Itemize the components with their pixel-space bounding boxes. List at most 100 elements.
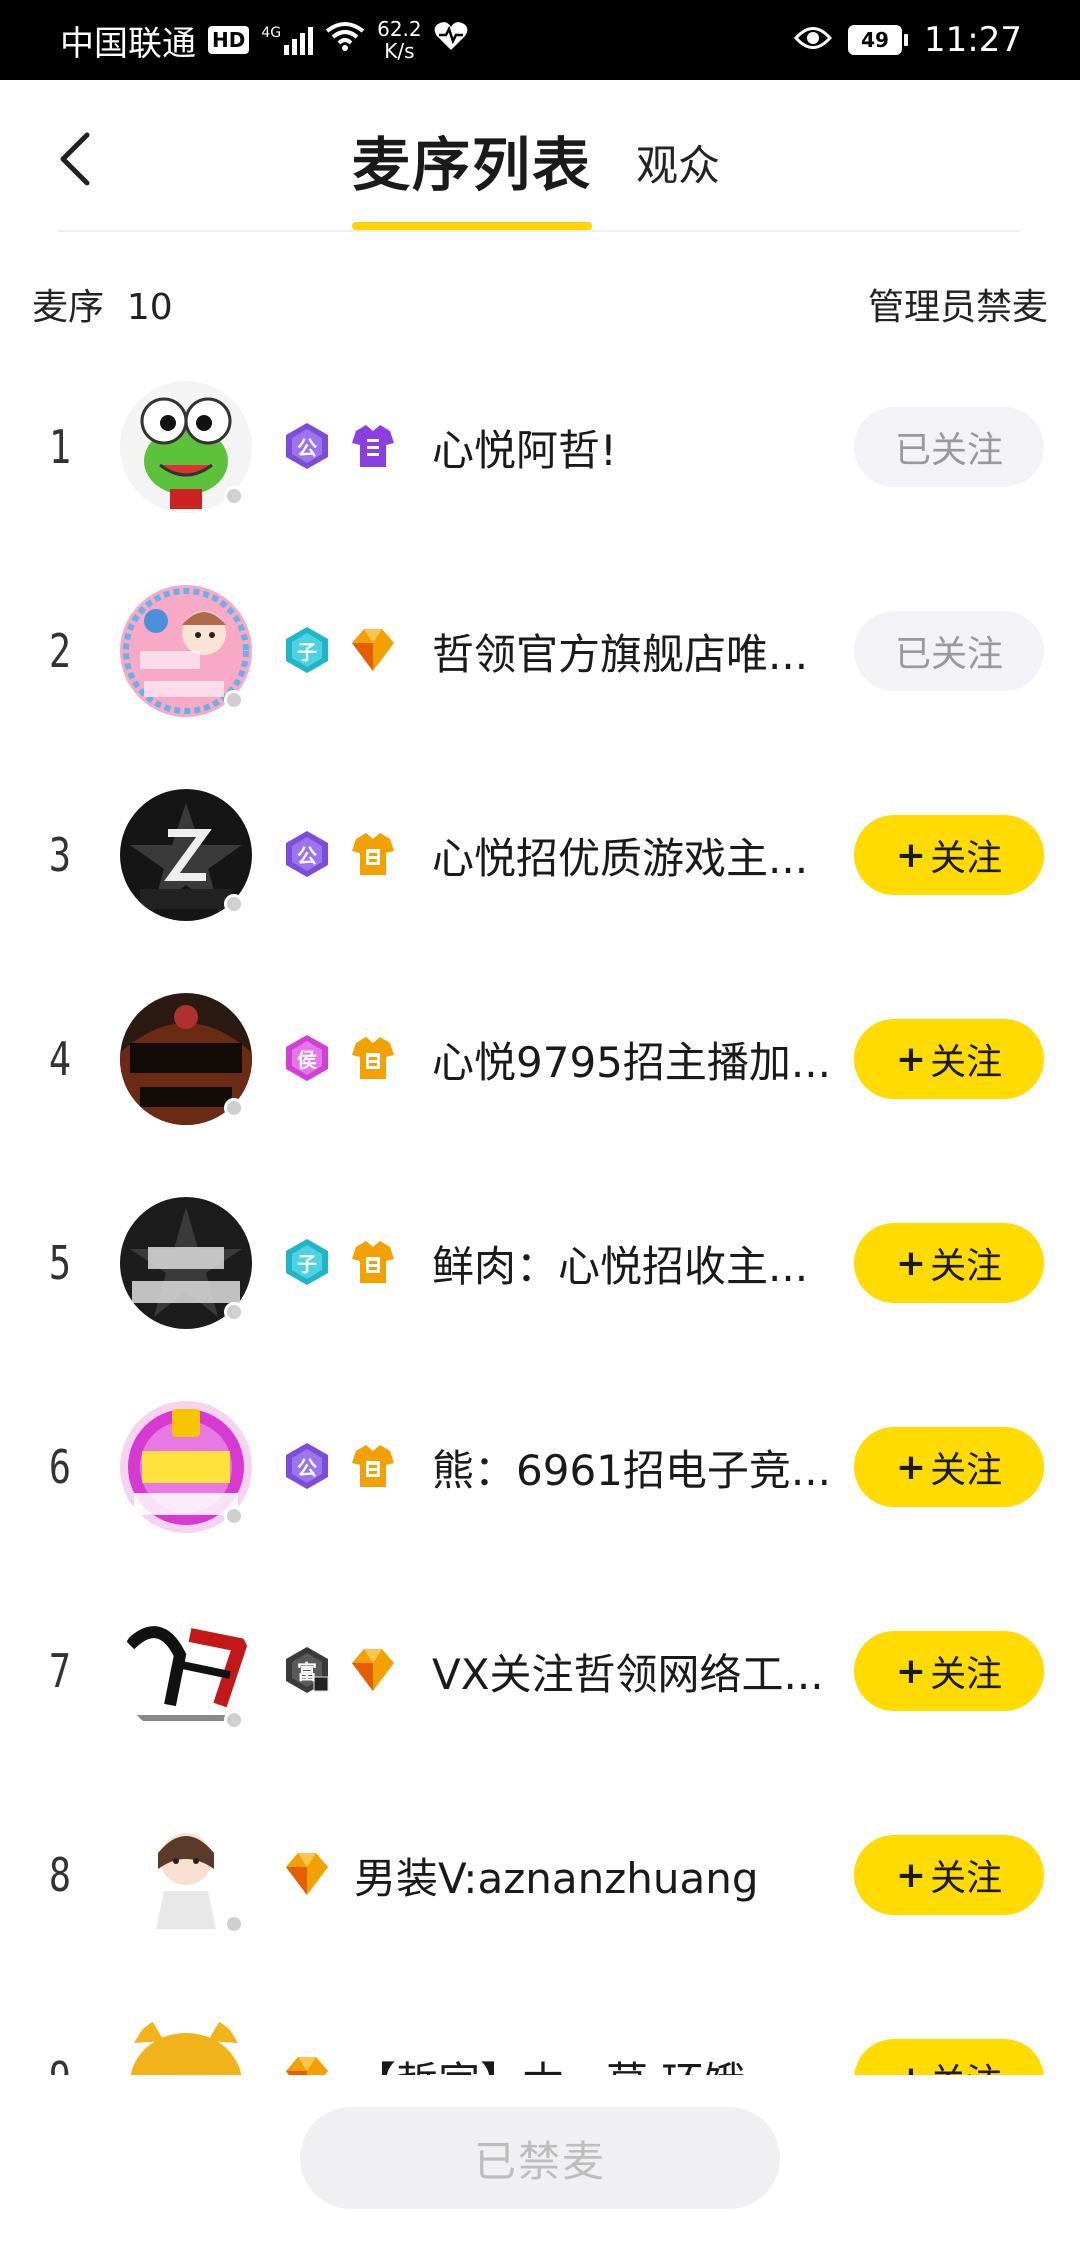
avatar[interactable] [120, 2013, 252, 2075]
clock: 11:27 [924, 20, 1022, 60]
vip-gem-icon [350, 625, 396, 675]
follow-label: 关注 [930, 1858, 1003, 1899]
mic-count-label: 麦序 [32, 287, 105, 328]
wealth-badge-icon: 富 [284, 1645, 330, 1695]
follow-label: 关注 [930, 1450, 1003, 1491]
plus-icon: + [895, 1242, 927, 1284]
back-button[interactable] [50, 124, 100, 194]
vip-gem-icon [284, 1849, 330, 1899]
vip-gem-icon [284, 2053, 330, 2075]
noble-badge-icon: 公 [284, 421, 330, 471]
follow-label: 关注 [930, 838, 1003, 879]
list-item[interactable]: 9 【哲家】木一莫 环饿 +关注 [0, 1977, 1080, 2075]
follow-button[interactable]: +关注 [854, 1019, 1044, 1099]
battery-icon: 49 [848, 25, 909, 55]
net-type-label: 4G [261, 25, 282, 41]
follow-button[interactable]: +关注 [854, 2039, 1044, 2075]
list-item[interactable]: 2 子 哲领官方旗舰店唯... 已关注 [0, 549, 1080, 753]
signal-icon: 4G [261, 25, 314, 55]
list-item[interactable]: 1 公 心悦阿哲! 已关注 [0, 345, 1080, 549]
online-status-dot [224, 486, 244, 506]
mic-count: 麦序 10 [32, 278, 173, 330]
follow-button[interactable]: +关注 [854, 1835, 1044, 1915]
user-name[interactable]: 心悦招优质游戏主... [432, 753, 832, 957]
rank-number: 5 [48, 1236, 72, 1290]
divider [58, 230, 1020, 232]
status-bar: 中国联通 HD 4G 62.2 K/s 49 11:27 [0, 0, 1080, 80]
plus-icon: + [896, 2059, 926, 2076]
rank-number: 8 [48, 1848, 72, 1902]
plus-icon: + [895, 1650, 927, 1692]
noble-badge-icon: 子 [284, 1237, 330, 1287]
header: 麦序列表 观众 [0, 80, 1080, 230]
noble-badge-icon: 公 [284, 829, 330, 879]
wifi-icon [325, 20, 365, 60]
rank-number: 7 [48, 1644, 72, 1698]
user-name[interactable]: 哲领官方旗舰店唯... [432, 549, 832, 753]
online-status-dot [224, 1710, 244, 1730]
follow-label: 关注 [930, 2053, 1002, 2075]
online-status-dot [224, 690, 244, 710]
user-name[interactable]: VX关注哲领网络工... [432, 1569, 832, 1773]
list-item[interactable]: 4 侯 心悦9795招主播加... + 关注 [0, 957, 1080, 1161]
follow-label: 关注 [930, 1042, 1003, 1083]
battery-level: 49 [848, 25, 903, 55]
noble-badge-icon: 公 [284, 1441, 330, 1491]
rank-number: 4 [48, 1032, 72, 1086]
online-status-dot [224, 1302, 244, 1322]
chevron-left-icon [60, 132, 90, 186]
speed-unit: K/s [384, 39, 415, 63]
plus-icon: + [895, 1854, 927, 1896]
user-name[interactable]: 【哲家】木一莫 环饿 [354, 1977, 794, 2076]
noble-badge-icon: 侯 [284, 1033, 330, 1083]
heart-rate-icon [434, 20, 468, 60]
rank-number: 9 [36, 1977, 84, 2075]
active-tab-indicator [352, 222, 592, 230]
list-item[interactable]: 6 公 熊：6961招电子竞... + 关注 [0, 1365, 1080, 1569]
user-name[interactable]: 熊：6961招电子竞... [432, 1365, 832, 1569]
follow-button[interactable]: +关注 [854, 1427, 1044, 1507]
rank-number: 1 [48, 420, 72, 474]
mic-list[interactable]: 1 公 心悦阿哲! 已关注 2 子 哲领官方旗舰店唯... 已关注 3 公 心悦… [0, 345, 1080, 2075]
tab-audience[interactable]: 观众 [636, 132, 720, 193]
user-name[interactable]: 鲜肉：心悦招收主... [432, 1161, 832, 1365]
follow-label: 关注 [930, 1246, 1003, 1287]
admin-ban-button[interactable]: 管理员禁麦 [868, 278, 1048, 330]
list-item[interactable]: 3 公 心悦招优质游戏主... + 关注 [0, 753, 1080, 957]
follow-button[interactable]: +关注 [854, 1631, 1044, 1711]
followed-button[interactable]: 已关注 [854, 611, 1044, 691]
network-speed: 62.2 K/s [377, 18, 422, 62]
mic-banned-button[interactable]: 已禁麦 [300, 2107, 780, 2209]
vip-shirt-icon [350, 421, 396, 471]
carrier-name: 中国联通 [60, 23, 196, 64]
list-item[interactable]: 5 子 鲜肉：心悦招收主... + 关注 [0, 1161, 1080, 1365]
vip-shirt-icon [350, 829, 396, 879]
follow-label: 关注 [930, 1654, 1003, 1695]
noble-badge-icon: 子 [284, 625, 330, 675]
plus-icon: + [895, 1038, 927, 1080]
plus-icon: + [895, 834, 927, 876]
rank-number: 6 [48, 1440, 72, 1494]
plus-icon: + [895, 1446, 927, 1488]
eye-icon [794, 20, 833, 60]
mic-count-value: 10 [126, 287, 173, 328]
speed-value: 62.2 [377, 17, 422, 41]
follow-button[interactable]: +关注 [854, 815, 1044, 895]
online-status-dot [224, 894, 244, 914]
user-name[interactable]: 男装V:aznanzhuang [354, 1773, 834, 1977]
vip-gem-icon [350, 1645, 396, 1695]
follow-button[interactable]: +关注 [854, 1223, 1044, 1303]
vip-shirt-icon [350, 1237, 396, 1287]
online-status-dot [224, 1098, 244, 1118]
tab-mic-list[interactable]: 麦序列表 [352, 118, 592, 202]
rank-number: 3 [48, 828, 72, 882]
user-name[interactable]: 心悦9795招主播加... [432, 957, 832, 1161]
vip-shirt-icon [350, 1441, 396, 1491]
followed-button[interactable]: 已关注 [854, 407, 1044, 487]
list-item[interactable]: 7 富 VX关注哲领网络工... + 关注 [0, 1569, 1080, 1773]
bottom-bar: 已禁麦 [0, 2075, 1080, 2244]
vip-shirt-icon [350, 1033, 396, 1083]
list-item[interactable]: 8 男装V:aznanzhuang + 关注 [0, 1773, 1080, 1977]
hd-icon: HD [208, 26, 250, 54]
user-name[interactable]: 心悦阿哲! [432, 345, 832, 549]
